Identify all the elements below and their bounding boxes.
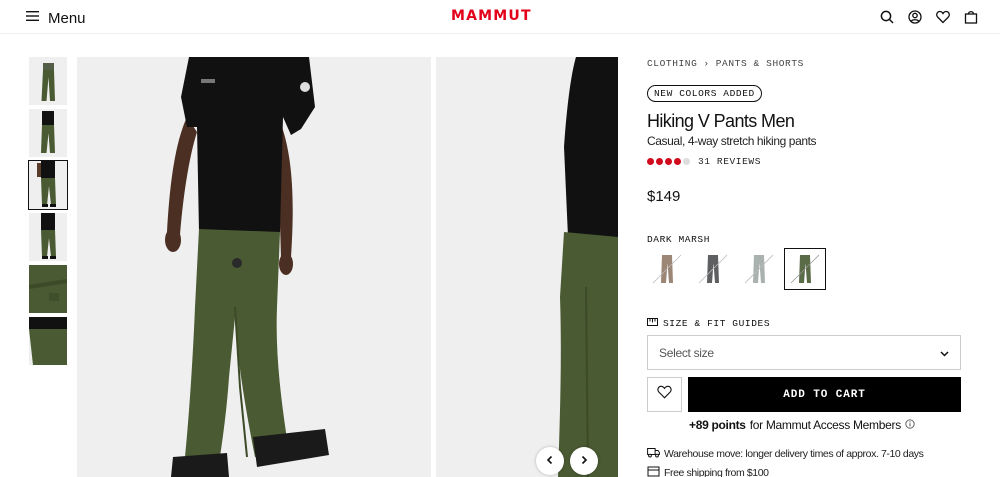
chevron-right-icon: [579, 452, 589, 470]
truck-icon: [647, 447, 660, 461]
color-name: DARK MARSH: [647, 234, 711, 245]
gallery-prev-button[interactable]: [536, 447, 564, 475]
rating-dot-5: [683, 158, 690, 165]
thumbnail-3[interactable]: [28, 160, 68, 210]
product-subtitle: Casual, 4-way stretch hiking pants: [647, 134, 817, 148]
hamburger-icon: [26, 9, 39, 27]
rating-dot-2: [656, 158, 663, 165]
color-swatch-2[interactable]: [693, 249, 733, 289]
heart-icon: [657, 385, 672, 404]
thumbnail-6[interactable]: [29, 317, 67, 365]
color-swatch-1[interactable]: [647, 249, 687, 289]
shipping-notice: Free shipping from $100: [647, 466, 769, 477]
thumbnail-4[interactable]: [29, 213, 67, 261]
chevron-down-icon: [940, 346, 949, 360]
size-select[interactable]: Select size: [647, 335, 961, 370]
product-details: CLOTHING › PANTS & SHORTS NEW COLORS ADD…: [647, 57, 961, 477]
account-icon[interactable]: [908, 10, 922, 24]
color-swatches: [647, 248, 826, 290]
brand-logo[interactable]: MAMMUT: [451, 8, 532, 24]
points-amount: +89 points: [689, 418, 746, 432]
add-to-wishlist-button[interactable]: [647, 377, 682, 412]
info-icon[interactable]: [905, 418, 915, 432]
delivery-notice: Warehouse move: longer delivery times of…: [647, 447, 924, 461]
search-icon[interactable]: [880, 10, 894, 24]
menu-button[interactable]: Menu: [26, 9, 86, 27]
thumbnail-2[interactable]: [29, 109, 67, 157]
package-icon: [647, 466, 660, 477]
rating-dot-3: [665, 158, 672, 165]
size-guide-label: SIZE & FIT GUIDES: [663, 318, 771, 329]
gallery-next-button[interactable]: [570, 447, 598, 475]
shipping-notice-text: Free shipping from $100: [664, 467, 769, 477]
thumbnail-1[interactable]: [29, 57, 67, 105]
menu-label: Menu: [48, 9, 86, 27]
site-header: Menu MAMMUT: [0, 0, 1000, 34]
bag-icon[interactable]: [964, 10, 978, 24]
breadcrumb-pants-shorts[interactable]: PANTS & SHORTS: [716, 58, 804, 69]
rating-dot-4: [674, 158, 681, 165]
size-select-placeholder: Select size: [659, 345, 714, 360]
add-to-cart-button[interactable]: ADD TO CART: [688, 377, 961, 412]
thumbnail-5[interactable]: [29, 265, 67, 313]
color-swatch-4-selected[interactable]: [784, 248, 826, 290]
ruler-icon: [647, 318, 658, 329]
points-text: for Mammut Access Members: [749, 418, 902, 432]
chevron-left-icon: [545, 452, 555, 470]
size-guide-link[interactable]: SIZE & FIT GUIDES: [647, 318, 770, 329]
color-swatch-3[interactable]: [739, 249, 779, 289]
breadcrumb: CLOTHING › PANTS & SHORTS: [647, 57, 961, 69]
breadcrumb-clothing[interactable]: CLOTHING: [647, 58, 697, 69]
product-image-main[interactable]: [77, 57, 431, 477]
product-title: Hiking V Pants Men: [647, 111, 795, 131]
loyalty-points: +89 points for Mammut Access Members: [689, 418, 915, 432]
delivery-notice-text: Warehouse move: longer delivery times of…: [664, 448, 924, 460]
product-price: $149: [647, 188, 681, 205]
product-image-secondary[interactable]: [436, 57, 618, 477]
reviews-link[interactable]: 31 REVIEWS: [698, 156, 761, 167]
rating[interactable]: 31 REVIEWS: [647, 156, 761, 167]
breadcrumb-separator: ›: [703, 57, 710, 69]
new-colors-badge: NEW COLORS ADDED: [647, 85, 762, 102]
rating-dot-1: [647, 158, 654, 165]
wishlist-icon[interactable]: [936, 10, 950, 24]
